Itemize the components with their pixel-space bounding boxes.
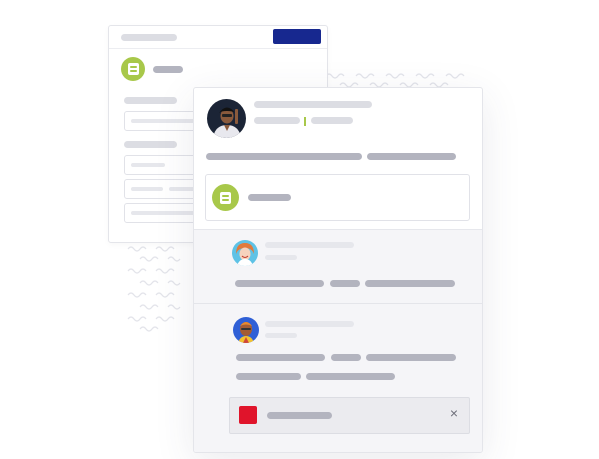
commenter-avatar[interactable] (232, 240, 258, 266)
comment-time-placeholder (265, 333, 297, 338)
attachment-icon (239, 406, 257, 424)
commenter-avatar[interactable] (233, 317, 259, 343)
author-name-placeholder (254, 101, 372, 108)
timestamp-placeholder (311, 117, 353, 124)
field-label-placeholder (124, 141, 177, 148)
field-value-placeholder (131, 163, 165, 167)
squiggle-pattern-left (127, 246, 181, 332)
attachment-chip[interactable]: × (229, 397, 470, 434)
commenter-name-placeholder (265, 321, 354, 327)
comment-text-placeholder (330, 280, 360, 287)
comment-text-placeholder (331, 354, 361, 361)
document-icon (212, 184, 239, 211)
comment-divider (194, 303, 482, 304)
document-icon (121, 57, 145, 81)
linked-document-card[interactable] (205, 174, 470, 221)
comment-text-placeholder (306, 373, 395, 380)
comment-text-placeholder (235, 280, 324, 287)
activity-card: × (193, 87, 483, 453)
submit-button[interactable] (273, 29, 321, 44)
field-label-placeholder (124, 97, 177, 104)
comment-text-placeholder (366, 354, 456, 361)
header-divider (109, 48, 327, 49)
field-value-placeholder (131, 187, 163, 191)
comment-text-placeholder (365, 280, 455, 287)
post-text-placeholder (367, 153, 456, 160)
close-icon[interactable]: × (447, 406, 461, 420)
author-meta-placeholder (254, 117, 300, 124)
document-title-placeholder (248, 194, 291, 201)
attachment-name-placeholder (267, 412, 332, 419)
commenter-name-placeholder (265, 242, 354, 248)
form-title-placeholder (121, 34, 177, 41)
post-text-placeholder (206, 153, 362, 160)
comment-text-placeholder (236, 373, 301, 380)
author-avatar[interactable] (207, 99, 246, 138)
form-heading-placeholder (153, 66, 183, 73)
comment-time-placeholder (265, 255, 297, 260)
field-value-placeholder (131, 119, 201, 123)
meta-separator (304, 117, 306, 126)
comment-text-placeholder (236, 354, 325, 361)
